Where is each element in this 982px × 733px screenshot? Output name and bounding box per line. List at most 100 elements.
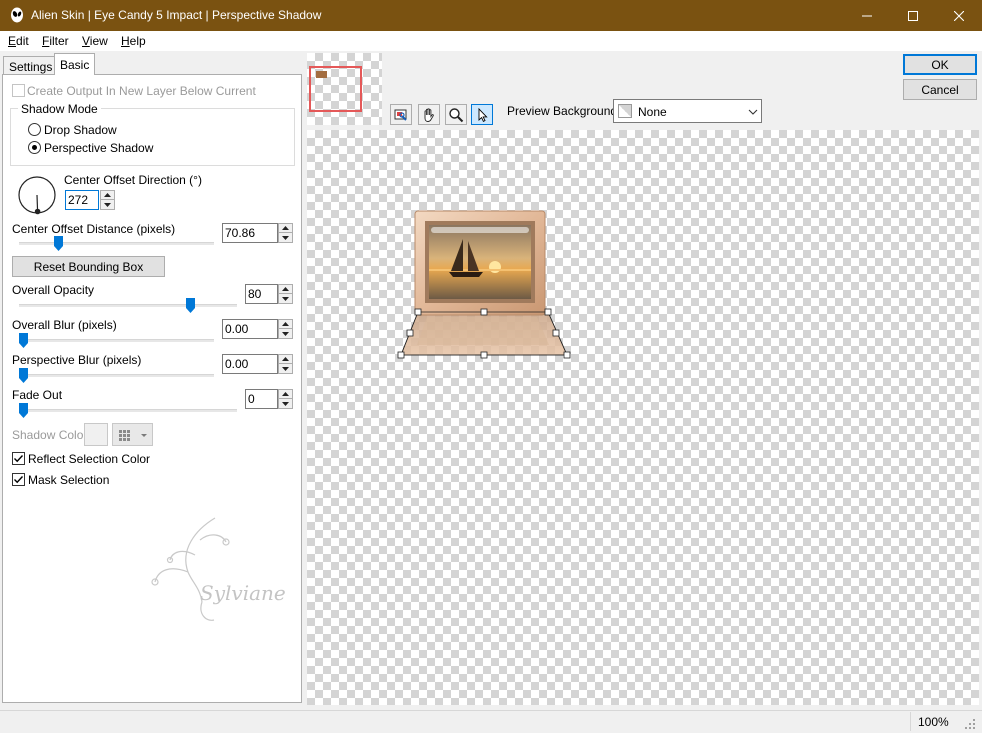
spin-down-icon[interactable]: [279, 294, 292, 303]
spin-up-icon[interactable]: [279, 355, 292, 364]
menu-filter[interactable]: Filter: [42, 34, 69, 48]
zoom-icon: [449, 107, 464, 122]
tab-settings[interactable]: Settings: [3, 56, 59, 74]
center-offset-distance-slider[interactable]: [54, 236, 63, 251]
preview-background-label: Preview Background:: [507, 104, 621, 118]
preview-background-value: None: [638, 105, 667, 119]
fade-out-spinner[interactable]: [278, 389, 293, 409]
center-offset-direction-input[interactable]: [66, 191, 98, 209]
fade-out-label: Fade Out: [12, 388, 63, 402]
spin-up-icon[interactable]: [279, 320, 292, 329]
close-icon: [954, 10, 964, 21]
perspective-shadow-radio[interactable]: [28, 141, 41, 154]
center-offset-distance-input[interactable]: [223, 224, 277, 242]
overall-blur-track[interactable]: [19, 339, 214, 342]
preview-toggle-icon: [394, 109, 407, 121]
overall-opacity-field[interactable]: [245, 284, 278, 304]
overall-opacity-track[interactable]: [19, 304, 237, 307]
overall-opacity-spinner[interactable]: [278, 284, 293, 304]
perspective-blur-track[interactable]: [19, 374, 214, 377]
maximize-icon: [908, 10, 918, 21]
sylviane-watermark: Sylviane: [140, 510, 290, 630]
minimize-icon: [862, 15, 872, 16]
ok-button[interactable]: OK: [903, 54, 977, 75]
center-offset-distance-track[interactable]: [19, 242, 214, 245]
mask-selection-label: Mask Selection: [28, 473, 110, 487]
watermark-signature: Sylviane: [200, 581, 286, 605]
overall-blur-spinner[interactable]: [278, 319, 293, 339]
center-offset-distance-field[interactable]: [222, 223, 278, 243]
reflect-selection-color-checkbox[interactable]: [12, 452, 25, 465]
overall-blur-field[interactable]: [222, 319, 278, 339]
spin-up-icon[interactable]: [279, 224, 292, 233]
spin-up-icon[interactable]: [279, 390, 292, 399]
reset-bounding-box-button[interactable]: Reset Bounding Box: [12, 256, 165, 277]
navigator-image-thumb: [316, 71, 327, 78]
spin-down-icon[interactable]: [101, 200, 114, 209]
drop-shadow-radio[interactable]: [28, 123, 41, 136]
title-bar: Alien Skin | Eye Candy 5 Impact | Perspe…: [0, 0, 982, 31]
create-output-checkbox[interactable]: [12, 84, 25, 97]
shadow-color-picker-button[interactable]: [112, 423, 153, 446]
overall-opacity-label: Overall Opacity: [12, 283, 95, 297]
fade-out-track[interactable]: [19, 409, 237, 412]
arrow-icon: [478, 107, 488, 122]
drop-shadow-label: Drop Shadow: [44, 123, 117, 137]
overall-opacity-slider[interactable]: [186, 298, 195, 313]
fade-out-slider[interactable]: [19, 403, 28, 418]
overall-blur-slider[interactable]: [19, 333, 28, 348]
perspective-blur-field[interactable]: [222, 354, 278, 374]
perspective-blur-slider[interactable]: [19, 368, 28, 383]
shadow-color-label: Shadow Color: [12, 428, 88, 442]
spin-down-icon[interactable]: [279, 399, 292, 408]
hand-tool-button[interactable]: [418, 104, 440, 125]
center-offset-direction-spinner[interactable]: [100, 190, 115, 210]
center-offset-distance-label: Center Offset Distance (pixels): [12, 222, 176, 236]
cancel-button[interactable]: Cancel: [903, 79, 977, 100]
menu-edit[interactable]: Edit: [8, 34, 29, 48]
perspective-blur-input[interactable]: [223, 355, 277, 373]
menu-view[interactable]: View: [82, 34, 108, 48]
minimize-button[interactable]: [844, 0, 890, 31]
shadow-color-swatch[interactable]: [84, 423, 108, 446]
alien-skin-icon: [9, 7, 25, 23]
check-icon: [14, 455, 24, 463]
transparency-swatch-icon: [618, 104, 632, 118]
tab-basic[interactable]: Basic: [54, 53, 96, 75]
spin-up-icon[interactable]: [279, 285, 292, 294]
zoom-tool-button[interactable]: [445, 104, 467, 125]
overall-blur-input[interactable]: [223, 320, 277, 338]
status-bar: [0, 710, 982, 733]
perspective-shadow-label: Perspective Shadow: [44, 141, 154, 155]
spin-down-icon[interactable]: [279, 233, 292, 242]
hand-icon: [424, 107, 434, 122]
spin-down-icon[interactable]: [279, 364, 292, 373]
close-button[interactable]: [936, 0, 982, 31]
spin-down-icon[interactable]: [279, 329, 292, 338]
fade-out-input[interactable]: [246, 390, 277, 408]
zoom-level: 100%: [918, 715, 949, 729]
preview-image[interactable]: [395, 205, 575, 365]
resize-grip-icon[interactable]: [964, 718, 976, 730]
status-separator: [910, 712, 911, 731]
spin-up-icon[interactable]: [101, 191, 114, 200]
maximize-button[interactable]: [890, 0, 936, 31]
center-offset-direction-field[interactable]: [65, 190, 99, 210]
create-output-label: Create Output In New Layer Below Current: [27, 84, 256, 98]
check-icon: [14, 476, 24, 484]
direction-dial[interactable]: [17, 176, 57, 216]
preview-toggle-button[interactable]: [390, 104, 412, 125]
perspective-blur-spinner[interactable]: [278, 354, 293, 374]
palette-grid-icon: [119, 430, 147, 441]
fade-out-field[interactable]: [245, 389, 278, 409]
menu-help[interactable]: Help: [121, 34, 146, 48]
overall-opacity-input[interactable]: [246, 285, 277, 303]
center-offset-distance-spinner[interactable]: [278, 223, 293, 243]
center-offset-direction-label: Center Offset Direction (°): [64, 173, 202, 187]
overall-blur-label: Overall Blur (pixels): [12, 318, 117, 332]
window-title: Alien Skin | Eye Candy 5 Impact | Perspe…: [31, 8, 322, 22]
arrow-tool-button[interactable]: [471, 104, 493, 125]
shadow-mode-group: [10, 108, 295, 166]
mask-selection-checkbox[interactable]: [12, 473, 25, 486]
preview-background-select[interactable]: None: [613, 99, 762, 123]
